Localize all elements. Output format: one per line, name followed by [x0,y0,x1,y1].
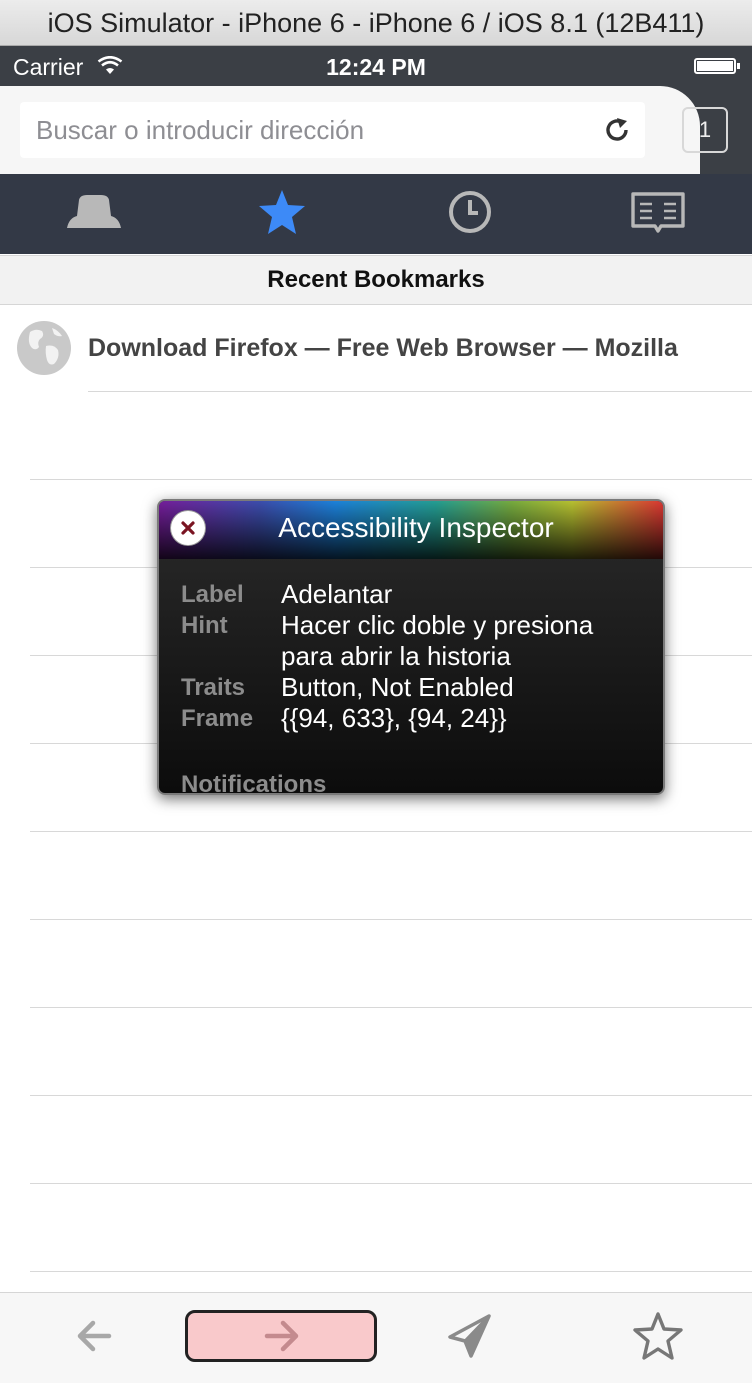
top-sites-icon [65,194,123,235]
inspector-label-key: Label [181,581,244,608]
back-button[interactable] [0,1293,188,1383]
row-separator [30,919,752,920]
forward-button[interactable] [188,1293,376,1383]
star-outline-icon [632,1311,684,1366]
recent-bookmarks-header: Recent Bookmarks [0,255,752,305]
inspector-frame-key: Frame [181,705,254,732]
inspector-frame-value: {{94, 633}, {94, 24}} [281,703,507,733]
panel-top-sites[interactable] [0,174,188,254]
bookmark-row[interactable]: Download Firefox — Free Web Browser — Mo… [0,304,752,392]
row-separator [30,1095,752,1096]
url-field[interactable]: Buscar o introducir dirección [20,102,645,158]
book-icon [630,190,686,239]
clock-icon [447,189,493,240]
simulator-title: iOS Simulator - iPhone 6 - iPhone 6 / iO… [0,0,752,46]
url-bar-area: Buscar o introducir dirección [0,86,752,174]
row-separator [30,479,752,480]
bookmark-title: Download Firefox — Free Web Browser — Mo… [88,334,678,362]
share-button[interactable] [376,1293,564,1383]
panel-history[interactable] [376,174,564,254]
inspector-title: Accessibility Inspector [278,512,554,543]
inspector-traits-value: Button, Not Enabled [281,672,514,702]
row-separator [30,831,752,832]
inspector-traits-key: Traits [181,674,246,701]
share-icon [447,1313,493,1364]
panel-reading-list[interactable] [564,174,752,254]
bookmark-toggle-button[interactable] [564,1293,752,1383]
row-separator [30,1007,752,1008]
status-bar: Carrier 12:24 PM [0,46,752,86]
close-icon[interactable] [171,511,205,545]
inspector-label-value: Adelantar [281,579,393,609]
row-separator [88,391,752,392]
bottom-toolbar [0,1292,752,1383]
battery-icon [694,58,740,74]
inspector-body: Label Adelantar Hint Hacer clic doble y … [181,579,651,734]
reload-icon[interactable] [603,116,631,149]
status-time: 12:24 PM [326,54,426,80]
row-separator [30,1271,752,1272]
home-panel-bar [0,174,752,254]
accessibility-inspector: Accessibility Inspector Label Adelantar … [157,499,665,795]
back-arrow-icon [76,1319,112,1358]
row-separator [30,1183,752,1184]
star-icon [257,188,307,241]
forward-arrow-icon [264,1319,300,1358]
inspector-notifications-heading: Notifications [181,771,327,795]
panel-bookmarks[interactable] [188,174,376,254]
inspector-hint-value: Hacer clic doble y presiona para abrir l… [281,610,594,671]
inspector-hint-key: Hint [181,612,228,639]
url-placeholder: Buscar o introducir dirección [36,115,365,145]
globe-icon [16,320,72,381]
tabs-button[interactable]: 1 [682,107,728,153]
